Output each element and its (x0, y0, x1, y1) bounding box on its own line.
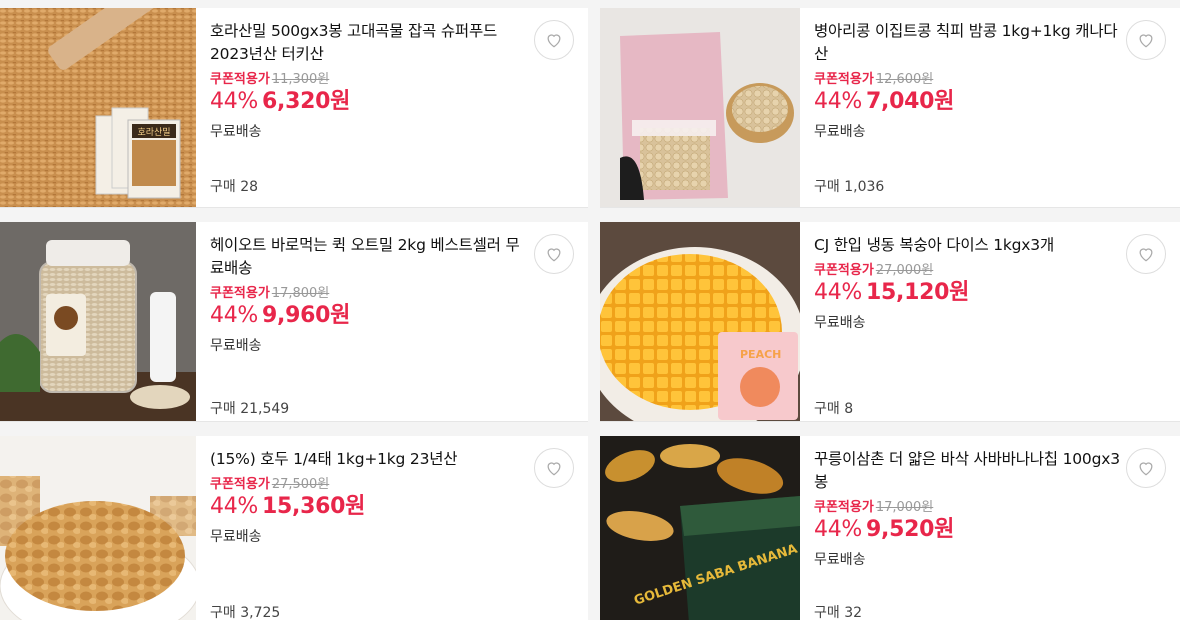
discount-rate: 44% (210, 494, 258, 519)
sale-price: 9,520원 (866, 517, 955, 542)
product-title[interactable]: (15%) 호두 1/4태 1kg+1kg 23년산 (210, 448, 525, 471)
product-title[interactable]: 꾸릉이삼촌 더 얇은 바삭 사바바나나칩 100gx3봉 (814, 448, 1129, 494)
shipping-info: 무료배송 (814, 552, 866, 568)
shipping-info: 무료배송 (814, 315, 866, 331)
sale-price: 15,120원 (866, 280, 970, 305)
peach-package-text: PEACH (740, 348, 781, 361)
discount-rate: 44% (814, 517, 862, 542)
product-card[interactable]: 병아리콩 이집트콩 칙피 밤콩 1kg+1kg 캐나다산 쿠폰적용가 12,600… (600, 8, 1180, 208)
price-row: 44% 15,120원 (814, 280, 1166, 306)
shipping-info: 무료배송 (210, 529, 262, 545)
product-card[interactable]: PEACH CJ 한입 냉동 복숭아 다이스 1kgx3개 쿠폰적용가 27,00… (600, 222, 1180, 422)
product-title[interactable]: CJ 한입 냉동 복숭아 다이스 1kgx3개 (814, 234, 1129, 257)
coupon-price-row: 쿠폰적용가 27,000원 (814, 262, 1166, 280)
product-info: (15%) 호두 1/4태 1kg+1kg 23년산 쿠폰적용가 27,500원 … (196, 436, 588, 620)
product-title[interactable]: 헤이오트 바로먹는 퀵 오트밀 2kg 베스트셀러 무료배송 (210, 234, 525, 280)
price-row: 44% 9,960원 (210, 303, 574, 329)
sale-price: 9,960원 (262, 303, 351, 328)
wheat-package-text: 호라산밀 (137, 126, 170, 138)
product-image-walnut[interactable] (0, 436, 196, 620)
coupon-label: 쿠폰적용가 (210, 477, 270, 492)
wishlist-button[interactable] (534, 20, 574, 60)
coupon-label: 쿠폰적용가 (210, 286, 270, 301)
product-card[interactable]: GOLDEN SABA BANANA CHIPS 꾸릉이삼촌 더 얇은 바삭 사… (600, 436, 1180, 620)
wishlist-button[interactable] (1126, 20, 1166, 60)
sale-price: 15,360원 (262, 494, 366, 519)
purchase-count: 구매 32 (814, 605, 863, 620)
coupon-label: 쿠폰적용가 (814, 500, 874, 515)
product-info: 호라산밀 500gx3봉 고대곡물 잡곡 슈퍼푸드 2023년산 터키산 쿠폰적… (196, 8, 588, 207)
heart-outline-icon (547, 462, 561, 476)
shipping-info: 무료배송 (210, 124, 262, 140)
coupon-price-row: 쿠폰적용가 11,300원 (210, 71, 574, 89)
price-row: 44% 6,320원 (210, 89, 574, 115)
purchase-count: 구매 28 (210, 179, 259, 195)
discount-rate: 44% (814, 89, 862, 114)
product-image-chickpeas[interactable] (600, 8, 800, 207)
discount-rate: 44% (210, 303, 258, 328)
product-title[interactable]: 병아리콩 이집트콩 칙피 밤콩 1kg+1kg 캐나다산 (814, 20, 1129, 66)
original-price: 11,300원 (271, 72, 330, 87)
product-info: CJ 한입 냉동 복숭아 다이스 1kgx3개 쿠폰적용가 27,000원 44%… (800, 222, 1180, 421)
coupon-label: 쿠폰적용가 (210, 72, 270, 87)
product-image-oatmeal[interactable] (0, 222, 196, 421)
purchase-count: 구매 21,549 (210, 401, 290, 417)
price-row: 44% 7,040원 (814, 89, 1166, 115)
wishlist-button[interactable] (1126, 448, 1166, 488)
price-row: 44% 9,520원 (814, 517, 1166, 543)
coupon-label: 쿠폰적용가 (814, 263, 874, 278)
coupon-price-row: 쿠폰적용가 17,000원 (814, 499, 1166, 517)
heart-outline-icon (547, 34, 561, 48)
coupon-price-row: 쿠폰적용가 12,600원 (814, 71, 1166, 89)
shipping-info: 무료배송 (210, 338, 262, 354)
product-grid: 호라산밀 호라산밀 500gx3봉 고대곡물 잡곡 슈퍼푸드 2023년산 터키… (0, 8, 1180, 620)
heart-outline-icon (1139, 34, 1153, 48)
discount-rate: 44% (814, 280, 862, 305)
product-image-wheat[interactable]: 호라산밀 (0, 8, 196, 207)
original-price: 27,500원 (271, 477, 330, 492)
wishlist-button[interactable] (534, 234, 574, 274)
price-row: 44% 15,360원 (210, 494, 574, 520)
product-card[interactable]: 헤이오트 바로먹는 퀵 오트밀 2kg 베스트셀러 무료배송 쿠폰적용가 17,8… (0, 222, 588, 422)
coupon-price-row: 쿠폰적용가 17,800원 (210, 285, 574, 303)
original-price: 27,000원 (875, 263, 934, 278)
heart-outline-icon (1139, 248, 1153, 262)
original-price: 17,800원 (271, 286, 330, 301)
product-card[interactable]: (15%) 호두 1/4태 1kg+1kg 23년산 쿠폰적용가 27,500원 … (0, 436, 588, 620)
heart-outline-icon (1139, 462, 1153, 476)
wishlist-button[interactable] (1126, 234, 1166, 274)
purchase-count: 구매 3,725 (210, 605, 281, 620)
product-card[interactable]: 호라산밀 호라산밀 500gx3봉 고대곡물 잡곡 슈퍼푸드 2023년산 터키… (0, 8, 588, 208)
original-price: 17,000원 (875, 500, 934, 515)
coupon-label: 쿠폰적용가 (814, 72, 874, 87)
sale-price: 6,320원 (262, 89, 351, 114)
product-title[interactable]: 호라산밀 500gx3봉 고대곡물 잡곡 슈퍼푸드 2023년산 터키산 (210, 20, 525, 66)
product-info: 병아리콩 이집트콩 칙피 밤콩 1kg+1kg 캐나다산 쿠폰적용가 12,600… (800, 8, 1180, 207)
heart-outline-icon (547, 248, 561, 262)
purchase-count: 구매 8 (814, 401, 854, 417)
wishlist-button[interactable] (534, 448, 574, 488)
shipping-info: 무료배송 (814, 124, 866, 140)
discount-rate: 44% (210, 89, 258, 114)
original-price: 12,600원 (875, 72, 934, 87)
coupon-price-row: 쿠폰적용가 27,500원 (210, 476, 574, 494)
product-image-peach[interactable]: PEACH (600, 222, 800, 421)
purchase-count: 구매 1,036 (814, 179, 885, 195)
product-image-banana-chips[interactable]: GOLDEN SABA BANANA CHIPS (600, 436, 800, 620)
product-info: 헤이오트 바로먹는 퀵 오트밀 2kg 베스트셀러 무료배송 쿠폰적용가 17,8… (196, 222, 588, 421)
product-info: 꾸릉이삼촌 더 얇은 바삭 사바바나나칩 100gx3봉 쿠폰적용가 17,000… (800, 436, 1180, 620)
sale-price: 7,040원 (866, 89, 955, 114)
